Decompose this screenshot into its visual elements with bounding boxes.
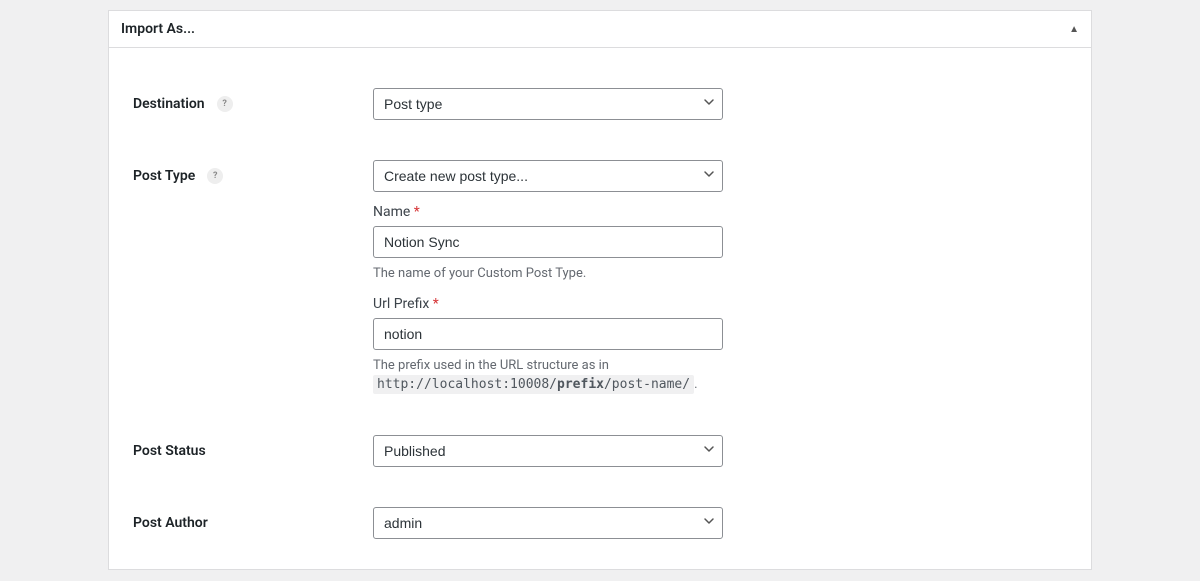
post-type-select[interactable]: Create new post type... (373, 160, 723, 192)
url-prefix-helper: The prefix used in the URL structure as … (373, 356, 723, 395)
url-prefix-helper-suffix: . (694, 377, 697, 392)
destination-label: Destination (133, 96, 205, 112)
url-example-after: /post-name/ (604, 377, 690, 392)
name-label: Name (373, 204, 410, 220)
destination-select[interactable]: Post type (373, 88, 723, 120)
url-prefix-label-wrap: Url Prefix * (373, 296, 723, 312)
url-prefix-helper-prefix: The prefix used in the URL structure as … (373, 358, 609, 373)
url-example-before: http://localhost:10008/ (377, 377, 557, 392)
post-author-select-wrap: admin (373, 507, 723, 539)
post-type-controls: Create new post type... Name * The name … (373, 160, 723, 395)
url-prefix-label: Url Prefix (373, 296, 429, 312)
name-helper: The name of your Custom Post Type. (373, 264, 723, 284)
destination-controls: Post type (373, 88, 723, 120)
url-prefix-input[interactable] (373, 318, 723, 350)
post-author-select[interactable]: admin (373, 507, 723, 539)
name-input[interactable] (373, 226, 723, 258)
import-as-panel: Import As... ▲ Destination ? Post type (108, 10, 1092, 570)
post-author-label-wrap: Post Author (133, 507, 373, 531)
collapse-up-icon: ▲ (1069, 24, 1079, 35)
panel-body: Destination ? Post type Post Type ? (109, 48, 1091, 569)
post-status-select[interactable]: Published (373, 435, 723, 467)
required-asterisk: * (414, 204, 420, 220)
panel-header[interactable]: Import As... ▲ (109, 11, 1091, 48)
destination-row: Destination ? Post type (133, 88, 1067, 120)
help-icon[interactable]: ? (207, 168, 223, 184)
post-status-label-wrap: Post Status (133, 435, 373, 459)
post-author-row: Post Author admin (133, 507, 1067, 539)
help-icon[interactable]: ? (217, 96, 233, 112)
post-status-controls: Published (373, 435, 723, 467)
required-asterisk: * (433, 296, 439, 312)
destination-label-wrap: Destination ? (133, 88, 373, 112)
post-type-row: Post Type ? Create new post type... Name… (133, 160, 1067, 395)
post-status-label: Post Status (133, 443, 206, 459)
name-label-wrap: Name * (373, 204, 723, 220)
post-author-label: Post Author (133, 515, 208, 531)
post-status-select-wrap: Published (373, 435, 723, 467)
panel-title: Import As... (121, 21, 195, 37)
url-prefix-field: Url Prefix * The prefix used in the URL … (373, 296, 723, 395)
destination-select-wrap: Post type (373, 88, 723, 120)
post-type-label-wrap: Post Type ? (133, 160, 373, 184)
name-field: Name * The name of your Custom Post Type… (373, 204, 723, 284)
url-example-bold: prefix (557, 377, 604, 392)
post-type-label: Post Type (133, 168, 195, 184)
post-status-row: Post Status Published (133, 435, 1067, 467)
post-type-select-wrap: Create new post type... (373, 160, 723, 192)
url-prefix-example: http://localhost:10008/prefix/post-name/ (373, 375, 694, 394)
post-author-controls: admin (373, 507, 723, 539)
